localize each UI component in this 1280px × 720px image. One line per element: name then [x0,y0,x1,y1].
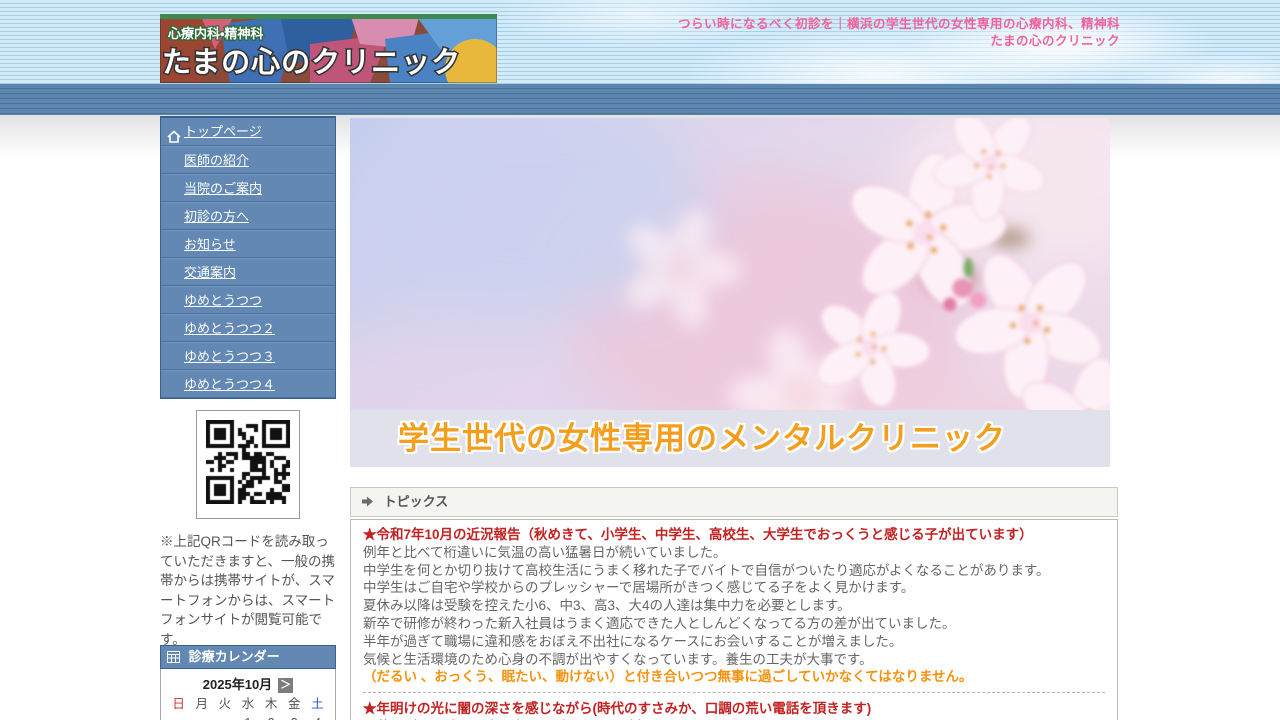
sidebar-item-yumetoutsutsu-3[interactable]: ゆめとうつつ３ [161,342,335,370]
sidebar-item-yumetoutsutsu-1[interactable]: ゆめとうつつ [161,286,335,314]
sidebar-item-top-page[interactable]: トップページ [161,118,335,146]
hero-caption: 学生世代の女性専用のメンタルクリニック [350,410,1110,467]
calendar-date-cell[interactable]: 1 [236,714,259,720]
page: 心療内科・精神科 たまの心のクリニック つらい時になるべく初診を｜横浜の学生世代… [0,0,1280,720]
topics-header-label: トピックス [384,494,449,509]
sidebar-menu: トップページ 医師の紹介 当院のご案内 初診の方へ お知らせ 交通案内 ゆめとう… [160,116,336,399]
topic-line: 中学生はご自宅や学校からのプレッシャーで居場所がきつく感じてる子をよく見かけます… [363,579,1105,597]
sidebar-item-label: ゆめとうつつ４ [184,377,275,392]
weekday-wed: 水 [236,695,259,713]
sidebar-item-label: お知らせ [184,237,236,252]
logo-subtitle: 心療内科・精神科 [167,26,263,41]
sidebar-item-label: 交通案内 [184,265,236,280]
topics-arrow-icon [362,494,380,509]
sidebar-item-news[interactable]: お知らせ [161,230,335,258]
sidebar-item-yumetoutsutsu-4[interactable]: ゆめとうつつ４ [161,370,335,398]
calendar-month-label: 2025年10月 [203,677,272,692]
weekday-thu: 木 [260,695,283,713]
calendar-date-cell [167,714,190,720]
topic-line: 例年と比べて桁違いに気温の高い猛暑日が続いていました。 [363,544,1105,562]
header-tagline: つらい時になるべく初診を｜横浜の学生世代の女性専用の心療内科、精神科 たまの心の… [640,16,1120,50]
weekday-sat: 土 [306,695,329,713]
clinic-logo[interactable]: 心療内科・精神科 たまの心のクリニック [160,14,497,83]
topic-line: 中学生を何とか切り抜けて高校生活にうまく移れた子でバイトで自信がついたり適応がよ… [363,562,1105,580]
logo-title: たまの心のクリニック [162,46,461,79]
sidebar-item-clinic-guide[interactable]: 当院のご案内 [161,174,335,202]
topic-line: 半年が過ぎて職場に違和感をおぼえ不出社になるケースにお会いすることが増えました。 [363,633,1105,651]
sidebar-item-first-visit[interactable]: 初診の方へ [161,202,335,230]
sidebar-item-label: 初診の方へ [184,209,249,224]
topic-line: 気候と生活環境のため心身の不調が出やすくなっています。養生の工夫が大事です。 [363,651,1105,669]
tagline-line2: たまの心のクリニック [640,33,1120,50]
calendar-widget: 2025年10月 ＞ 日 月 火 水 木 金 土 1 2 3 4 [160,669,336,720]
calendar-next-month-button[interactable]: ＞ [278,678,293,693]
calendar-date-cell[interactable]: 2 [260,714,283,720]
topic-highlight-line: （だるい 、おっくう、眠たい、動けない）と付き合いつつ無事に過ごしていかなくては… [363,668,1105,686]
calendar-icon [167,649,185,664]
sidebar-item-label: 当院のご案内 [184,181,262,196]
sidebar-item-label: ゆめとうつつ [184,293,262,308]
topic-line: 新卒で研修が終わった新入社員はうまく適応できた人としんどくなってる方の差が出てい… [363,615,1105,633]
calendar-title: 診療カレンダー [189,649,280,664]
sidebar-item-label: 医師の紹介 [184,153,249,168]
topics-header: トピックス [350,487,1118,517]
calendar-header: 診療カレンダー [160,645,336,669]
calendar-date-cell[interactable]: 4 [306,714,329,720]
calendar-date-cell[interactable]: 3 [283,714,306,720]
topic-title: ★年明けの光に闇の深さを感じながら(時代のすさみか、口調の荒い電話を頂きます) [363,700,1105,718]
calendar-date-cell [190,714,213,720]
topics-divider [363,692,1105,693]
header-band [0,84,1280,115]
topic-line: 夏休み以降は受験を控えた小6、中3、高3、大4の人達は集中力を必要とします。 [363,597,1105,615]
weekday-sun: 日 [167,695,190,713]
qr-code-image [206,420,290,504]
topics-content: ★令和7年10月の近況報告（秋めきて、小学生、中学生、高校生、大学生でおっくうと… [350,519,1118,720]
sidebar-item-yumetoutsutsu-2[interactable]: ゆめとうつつ２ [161,314,335,342]
weekday-fri: 金 [283,695,306,713]
sidebar-item-label: トップページ [184,124,262,139]
weekday-mon: 月 [190,695,213,713]
qr-section [160,410,336,519]
calendar-date-row: 1 2 3 4 [161,714,335,720]
sidebar-item-access[interactable]: 交通案内 [161,258,335,286]
calendar-weekday-row: 日 月 火 水 木 金 土 [161,695,335,713]
tagline-line1: つらい時になるべく初診を｜横浜の学生世代の女性専用の心療内科、精神科 [640,16,1120,33]
weekday-tue: 火 [213,695,236,713]
sidebar-item-label: ゆめとうつつ３ [184,349,275,364]
qr-code-frame [196,410,300,519]
clinic-logo-image: 心療内科・精神科 たまの心のクリニック [160,14,497,83]
topic-title: ★令和7年10月の近況報告（秋めきて、小学生、中学生、高校生、大学生でおっくうと… [363,526,1105,544]
sidebar-item-label: ゆめとうつつ２ [184,321,275,336]
qr-note-text: ※上記QRコードを読み取っていただきますと、一般の携帯からは携帯サイトが、スマー… [160,532,338,649]
sidebar-item-doctor-intro[interactable]: 医師の紹介 [161,146,335,174]
calendar-date-cell [213,714,236,720]
